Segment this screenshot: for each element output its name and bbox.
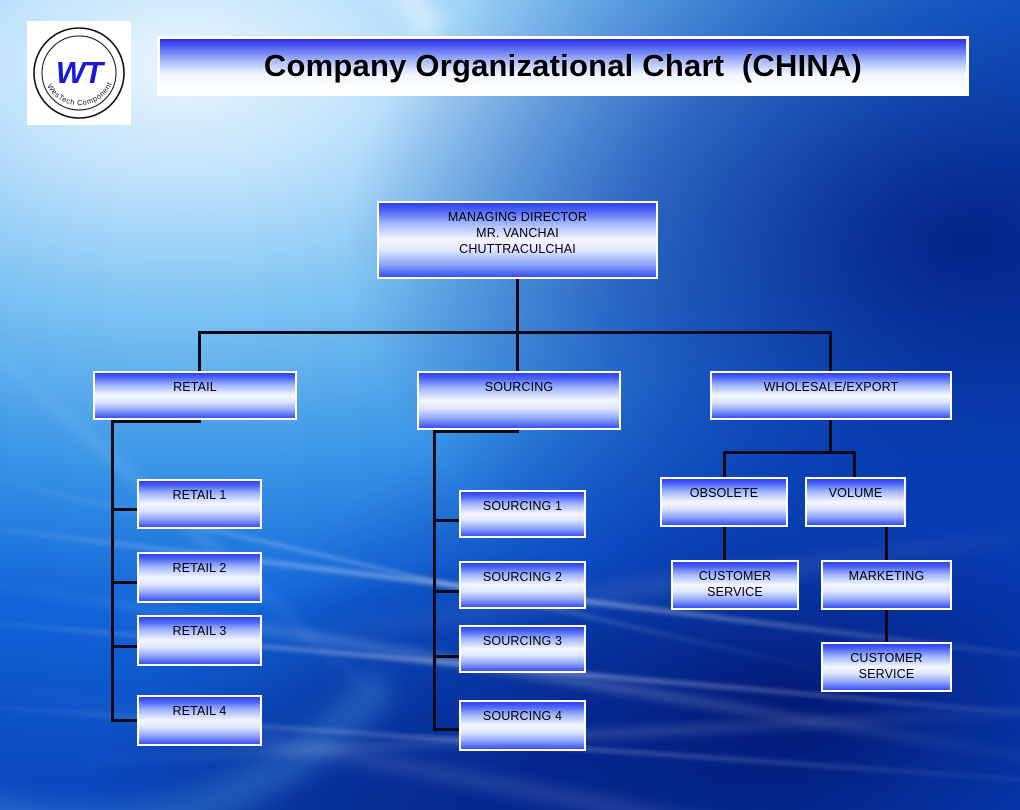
connector-bus-to-volume: [853, 451, 856, 477]
node-label: SOURCING 1: [482, 499, 563, 513]
slide-title-banner: Company Organizational Chart (CHINA): [157, 36, 969, 96]
connector-retail-stub-4: [111, 719, 138, 722]
node-sourcing-3[interactable]: SOURCING 3: [459, 625, 586, 673]
node-label: SOURCING 4: [482, 709, 563, 723]
connector-retail-stub-1: [111, 508, 138, 511]
node-customer-service-obsolete[interactable]: CUSTOMER SERVICE: [671, 560, 799, 610]
node-label: RETAIL 2: [172, 561, 227, 575]
connector-wholesale-bus: [723, 451, 855, 454]
slide-canvas: WT WesTech Component Co., Ltd Company Or…: [0, 0, 1020, 810]
node-label: VOLUME: [828, 486, 883, 500]
node-retail-1[interactable]: RETAIL 1: [137, 479, 262, 529]
page-title: Company Organizational Chart (CHINA): [263, 48, 863, 83]
node-label: SOURCING 2: [482, 570, 563, 584]
node-label: RETAIL 4: [172, 704, 227, 718]
connector-obsolete-to-cs: [723, 527, 726, 560]
connector-retail-stub-2: [111, 581, 138, 584]
node-marketing[interactable]: MARKETING: [821, 560, 952, 610]
node-label: CUSTOMER SERVICE: [698, 569, 772, 599]
connector-sourcing-stub-2: [433, 590, 461, 593]
node-customer-service-marketing[interactable]: CUSTOMER SERVICE: [821, 642, 952, 692]
node-label: SOURCING: [484, 380, 554, 394]
connector-volume-to-marketing: [885, 527, 888, 560]
node-sourcing[interactable]: SOURCING: [417, 371, 621, 430]
connector-sourcing-stub-1: [433, 519, 461, 522]
node-retail[interactable]: RETAIL: [93, 371, 297, 420]
connector-retail-trunk: [111, 420, 114, 722]
node-label: MANAGING DIRECTOR MR. VANCHAI CHUTTRACUL…: [447, 210, 588, 256]
connector-marketing-to-cs: [885, 610, 888, 642]
westech-logo-icon: WT WesTech Component Co., Ltd: [29, 23, 125, 119]
node-wholesale-export[interactable]: WHOLESALE/EXPORT: [710, 371, 952, 420]
node-label: OBSOLETE: [689, 486, 759, 500]
connector-retail-top: [111, 420, 201, 423]
connector-sourcing-top: [433, 430, 519, 433]
node-label: RETAIL: [173, 380, 217, 394]
connector-sourcing-stub-4: [433, 728, 461, 731]
connector-bus-to-obsolete: [723, 451, 726, 477]
connector-bus-to-wholesale: [829, 331, 832, 372]
node-sourcing-2[interactable]: SOURCING 2: [459, 561, 586, 609]
node-label: WHOLESALE/EXPORT: [763, 380, 899, 394]
node-sourcing-4[interactable]: SOURCING 4: [459, 700, 586, 751]
company-logo: WT WesTech Component Co., Ltd: [27, 21, 131, 125]
svg-text:WT: WT: [56, 55, 106, 90]
node-label: MARKETING: [848, 569, 925, 583]
node-obsolete[interactable]: OBSOLETE: [660, 477, 788, 527]
node-retail-2[interactable]: RETAIL 2: [137, 552, 262, 603]
node-sourcing-1[interactable]: SOURCING 1: [459, 490, 586, 538]
node-managing-director[interactable]: MANAGING DIRECTOR MR. VANCHAI CHUTTRACUL…: [377, 201, 658, 279]
connector-sourcing-trunk: [433, 430, 436, 731]
connector-md-down: [516, 279, 519, 333]
node-volume[interactable]: VOLUME: [805, 477, 906, 527]
connector-sourcing-stub-3: [433, 655, 461, 658]
node-retail-4[interactable]: RETAIL 4: [137, 695, 262, 746]
node-label: CUSTOMER SERVICE: [850, 651, 923, 681]
connector-bus-to-sourcing: [516, 331, 519, 372]
connector-bus-to-retail: [198, 331, 201, 372]
node-label: SOURCING 3: [482, 634, 563, 648]
connector-retail-stub-3: [111, 645, 138, 648]
node-label: RETAIL 1: [172, 488, 227, 502]
node-retail-3[interactable]: RETAIL 3: [137, 615, 262, 666]
node-label: RETAIL 3: [172, 624, 227, 638]
connector-level1-bus: [198, 331, 832, 334]
connector-wholesale-down: [829, 420, 832, 453]
